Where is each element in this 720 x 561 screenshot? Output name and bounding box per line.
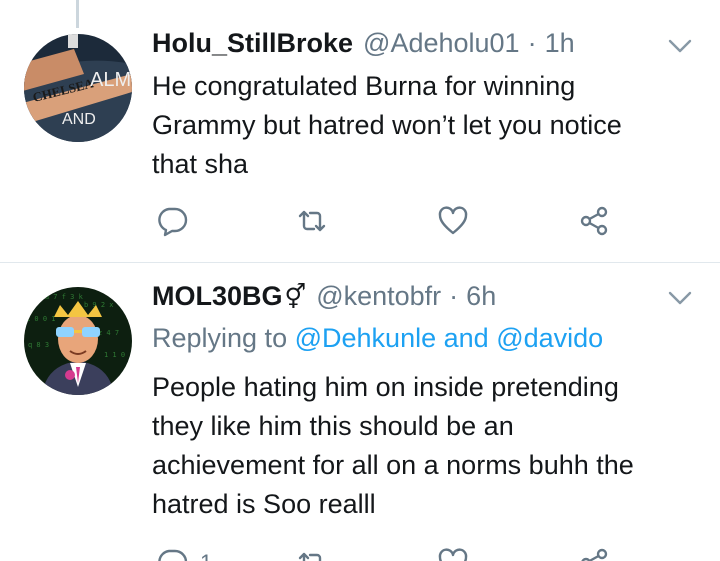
retweet-icon <box>298 552 322 561</box>
retweet-button[interactable] <box>296 203 340 239</box>
tweet-header: Holu_StillBroke @Adeholu01 · 1h <box>152 28 575 68</box>
chevron-down-icon[interactable] <box>667 285 693 311</box>
tweet-text-line: that sha <box>152 149 249 179</box>
name-glyph: ⚥ <box>284 284 307 311</box>
reply-count: 1 <box>200 550 212 561</box>
svg-text:AND: AND <box>62 111 96 128</box>
svg-text:1 0 0 1: 1 0 0 1 <box>26 315 56 323</box>
like-icon <box>438 548 468 561</box>
tweet-text-line: hatred is Soo realll <box>152 489 376 519</box>
replying-to: Replying to @Dehkunle and @davido <box>152 323 603 354</box>
svg-text:q 8 3: q 8 3 <box>28 341 49 349</box>
cartoon-avatar-icon: 0 1 a 7 f 3 k b 9 2 x 1 0 0 1 z 4 7 q 8 … <box>24 287 132 395</box>
tattoo-avatar-icon: CHELSEA ALM AND <box>24 34 132 142</box>
share-button[interactable] <box>578 545 610 561</box>
svg-text:ALM: ALM <box>90 69 131 91</box>
tweet-text-line: He congratulated Burna for winning <box>152 71 576 101</box>
display-name-text: MOL30BG <box>152 281 283 311</box>
tweet-text: He congratulated Burna for winning Gramm… <box>152 67 697 184</box>
reply-icon <box>158 207 188 237</box>
timestamp[interactable]: 6h <box>466 281 496 312</box>
reply-button[interactable]: 1 <box>156 545 212 561</box>
replying-prefix: Replying to <box>152 323 288 353</box>
tweet[interactable]: CHELSEA ALM AND Holu_StillBroke @Adeholu… <box>0 0 720 262</box>
like-button[interactable] <box>437 545 481 561</box>
reply-button[interactable] <box>156 203 200 239</box>
handle[interactable]: @Adeholu01 <box>363 28 520 59</box>
share-button[interactable] <box>578 203 610 239</box>
display-name[interactable]: Holu_StillBroke <box>152 28 353 59</box>
mention-link[interactable]: @Dehkunle <box>295 323 437 353</box>
like-button[interactable] <box>437 203 481 239</box>
share-icon <box>581 548 608 561</box>
action-bar: 1 <box>152 545 632 561</box>
like-icon <box>438 206 468 235</box>
reply-icon <box>158 549 188 561</box>
mention-link[interactable]: @davido <box>496 323 603 353</box>
retweet-icon <box>298 210 326 232</box>
timestamp[interactable]: 1h <box>545 28 575 59</box>
tweet-text-line: they like him this should be an <box>152 411 514 441</box>
svg-text:b 9 2 x: b 9 2 x <box>84 301 114 309</box>
tweet-text-line: achievement for all on a norms buhh the <box>152 450 634 480</box>
tweet[interactable]: 0 1 a 7 f 3 k b 9 2 x 1 0 0 1 z 4 7 q 8 … <box>0 263 720 561</box>
svg-text:0 1 a 7 f 3 k: 0 1 a 7 f 3 k <box>28 293 84 301</box>
display-name[interactable]: MOL30BG⚥ <box>152 281 306 312</box>
separator-dot: · <box>527 28 537 58</box>
separator-dot: · <box>449 281 459 311</box>
tweet-text: People hating him on inside pretending t… <box>152 368 697 524</box>
avatar[interactable]: 0 1 a 7 f 3 k b 9 2 x 1 0 0 1 z 4 7 q 8 … <box>24 287 132 395</box>
tweet-text-line: Grammy but hatred won’t let you notice <box>152 110 622 140</box>
svg-text:1 1 0: 1 1 0 <box>104 351 125 359</box>
chevron-down-icon[interactable] <box>667 33 693 59</box>
replying-and[interactable]: and <box>444 323 489 353</box>
tweet-header: MOL30BG⚥ @kentobfr · 6h <box>152 281 496 321</box>
tweet-text-line: People hating him on inside pretending <box>152 372 619 402</box>
share-icon <box>580 206 608 236</box>
svg-text:z 4 7: z 4 7 <box>98 329 119 337</box>
retweet-button[interactable] <box>296 545 340 561</box>
handle[interactable]: @kentobfr <box>316 281 441 312</box>
avatar[interactable]: CHELSEA ALM AND <box>24 34 132 142</box>
action-bar <box>152 203 632 239</box>
